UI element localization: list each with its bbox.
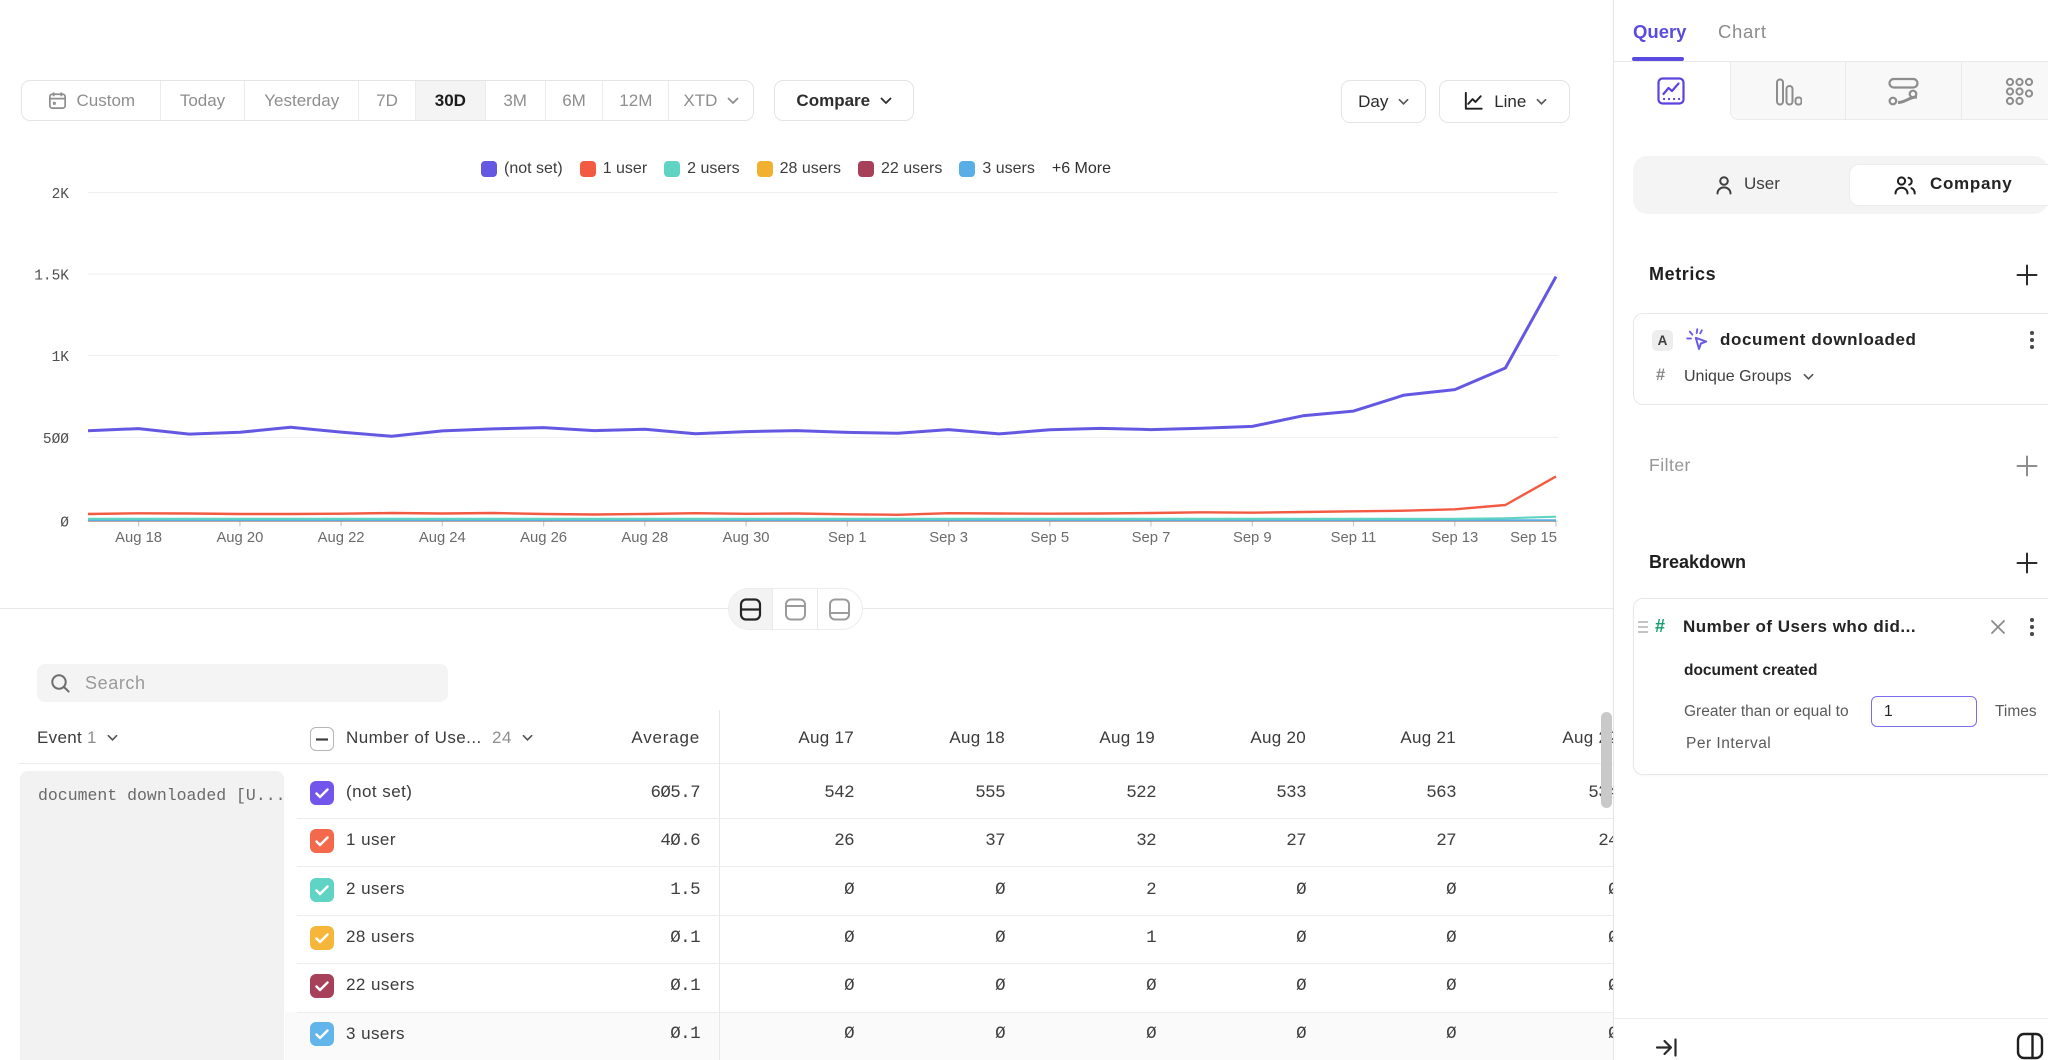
svg-text:Aug 26: Aug 26 xyxy=(520,530,567,546)
svg-text:Aug 30: Aug 30 xyxy=(723,530,770,546)
svg-text:Sep 9: Sep 9 xyxy=(1233,530,1272,546)
svg-text:Sep 5: Sep 5 xyxy=(1030,530,1069,546)
svg-text:Ø: Ø xyxy=(60,516,69,532)
svg-text:Sep 13: Sep 13 xyxy=(1431,530,1478,546)
svg-text:Sep 11: Sep 11 xyxy=(1331,530,1377,546)
svg-text:Aug 22: Aug 22 xyxy=(318,530,365,546)
svg-text:Sep 3: Sep 3 xyxy=(929,530,968,546)
svg-text:1.5K: 1.5K xyxy=(34,269,69,285)
svg-text:Aug 18: Aug 18 xyxy=(115,530,162,546)
svg-text:Sep 1: Sep 1 xyxy=(828,530,867,546)
svg-text:Aug 20: Aug 20 xyxy=(216,530,263,546)
svg-text:Aug 24: Aug 24 xyxy=(419,530,466,546)
svg-text:5ØØ: 5ØØ xyxy=(43,432,69,448)
svg-text:2K: 2K xyxy=(52,187,70,203)
svg-text:Aug 28: Aug 28 xyxy=(621,530,668,546)
svg-text:Sep 15: Sep 15 xyxy=(1510,530,1557,546)
svg-text:1K: 1K xyxy=(52,350,70,366)
svg-text:Sep 7: Sep 7 xyxy=(1132,530,1171,546)
